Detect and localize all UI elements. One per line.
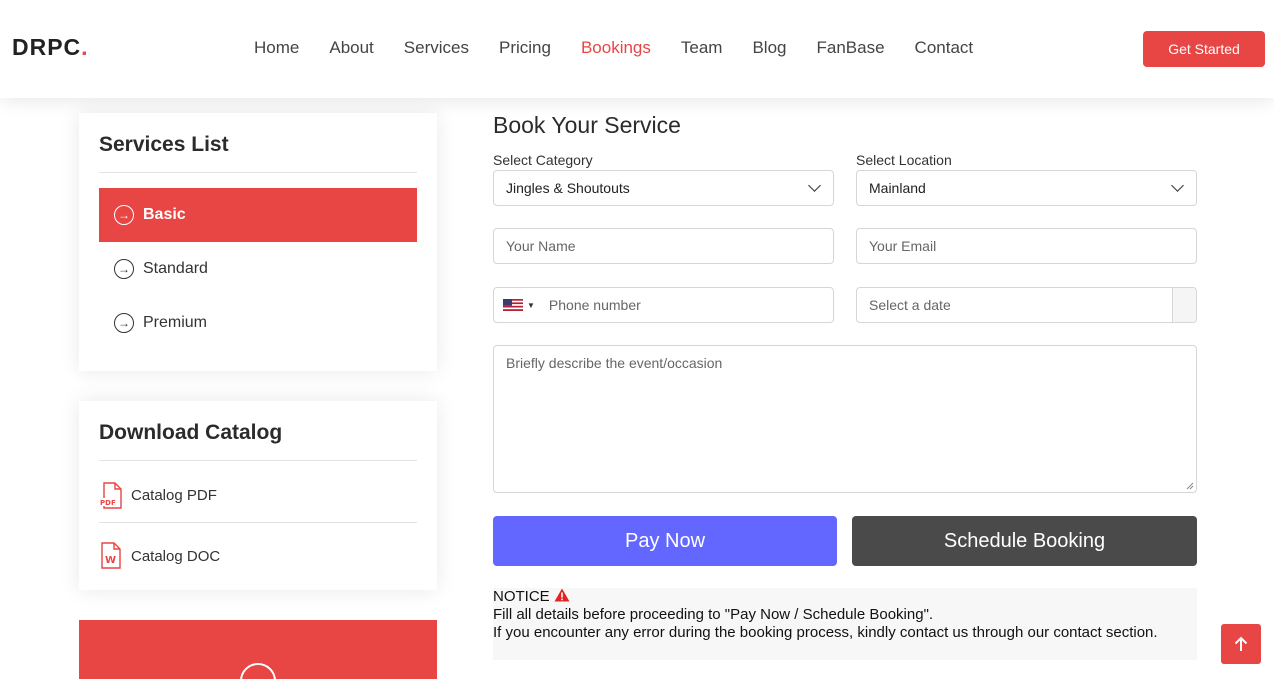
- catalog-item-label: Catalog PDF: [131, 487, 217, 504]
- us-flag-icon[interactable]: [503, 299, 523, 311]
- download-catalog-title: Download Catalog: [99, 421, 417, 461]
- nav-team[interactable]: Team: [666, 36, 738, 60]
- word-file-icon: W: [101, 542, 121, 569]
- nav-blog[interactable]: Blog: [737, 36, 801, 60]
- play-ring-icon[interactable]: [240, 663, 276, 679]
- resize-handle-icon[interactable]: [1186, 482, 1194, 490]
- notice-box: NOTICE Fill all details before proceedin…: [493, 588, 1197, 660]
- schedule-booking-button[interactable]: Schedule Booking: [852, 516, 1197, 566]
- location-value: Mainland: [869, 180, 926, 196]
- category-select[interactable]: Jingles & Shoutouts: [493, 170, 834, 206]
- promo-block: [79, 620, 437, 679]
- download-catalog-card: Download Catalog PDF Catalog PDF W Catal…: [79, 401, 437, 590]
- service-item-label: Basic: [143, 206, 186, 223]
- service-item-label: Premium: [143, 314, 208, 331]
- description-placeholder: Briefly describe the event/occasion: [506, 355, 723, 371]
- pay-now-button[interactable]: Pay Now: [493, 516, 837, 566]
- chevron-down-icon: [808, 179, 821, 192]
- service-item-label: Standard: [143, 260, 208, 277]
- email-placeholder: Your Email: [869, 238, 937, 254]
- phone-placeholder: Phone number: [548, 297, 641, 313]
- site-header: DRPC. Home About Services Pricing Bookin…: [0, 0, 1274, 98]
- services-list-card: Services List → Basic → Standard → Premi…: [79, 113, 437, 371]
- category-label: Select Category: [493, 152, 593, 168]
- logo-text: DRPC: [12, 34, 82, 60]
- arrow-up-icon: [1234, 636, 1248, 651]
- catalog-item-label: Catalog DOC: [131, 547, 221, 565]
- notice-heading-row: NOTICE: [493, 588, 1197, 606]
- date-input[interactable]: Select a date: [856, 287, 1197, 323]
- email-input[interactable]: Your Email: [856, 228, 1197, 264]
- location-select[interactable]: Mainland: [856, 170, 1197, 206]
- nav-bookings[interactable]: Bookings: [566, 36, 666, 60]
- nav-about[interactable]: About: [314, 36, 388, 60]
- location-label: Select Location: [856, 152, 952, 168]
- service-item-basic[interactable]: → Basic: [99, 188, 417, 242]
- nav-services[interactable]: Services: [389, 36, 484, 60]
- notice-line-1: Fill all details before proceeding to "P…: [493, 606, 934, 623]
- svg-text:PDF: PDF: [100, 499, 116, 507]
- booking-form-title: Book Your Service: [493, 112, 681, 138]
- catalog-doc-link[interactable]: W Catalog DOC: [99, 523, 417, 581]
- notice-heading: NOTICE: [493, 588, 550, 605]
- nav-fanbase[interactable]: FanBase: [802, 36, 900, 60]
- site-logo[interactable]: DRPC.: [12, 34, 89, 61]
- category-value: Jingles & Shoutouts: [506, 180, 630, 196]
- catalog-pdf-link[interactable]: PDF Catalog PDF: [99, 461, 417, 523]
- services-list-title: Services List: [99, 133, 417, 173]
- description-textarea[interactable]: Briefly describe the event/occasion: [493, 345, 1197, 493]
- pdf-file-icon: PDF: [99, 481, 122, 509]
- get-started-button[interactable]: Get Started: [1143, 31, 1265, 67]
- nav-home[interactable]: Home: [239, 36, 314, 60]
- service-item-standard[interactable]: → Standard: [99, 242, 417, 296]
- phone-input[interactable]: ▼ Phone number: [493, 287, 834, 323]
- main-nav: Home About Services Pricing Bookings Tea…: [239, 36, 988, 60]
- svg-text:W: W: [105, 555, 116, 566]
- scroll-to-top-button[interactable]: [1221, 624, 1261, 664]
- caret-down-icon[interactable]: ▼: [527, 301, 535, 310]
- logo-dot: .: [81, 34, 89, 60]
- circle-arrow-right-icon: →: [114, 205, 134, 225]
- nav-contact[interactable]: Contact: [900, 36, 989, 60]
- calendar-button[interactable]: [1172, 288, 1196, 322]
- name-input[interactable]: Your Name: [493, 228, 834, 264]
- circle-arrow-right-icon: →: [114, 313, 134, 333]
- name-placeholder: Your Name: [506, 238, 576, 254]
- warning-triangle-icon: [554, 588, 570, 602]
- date-placeholder: Select a date: [869, 297, 951, 313]
- circle-arrow-right-icon: →: [114, 259, 134, 279]
- service-item-premium[interactable]: → Premium: [99, 296, 417, 350]
- nav-pricing[interactable]: Pricing: [484, 36, 566, 60]
- notice-line-2: If you encounter any error during the bo…: [493, 624, 1158, 641]
- chevron-down-icon: [1171, 179, 1184, 192]
